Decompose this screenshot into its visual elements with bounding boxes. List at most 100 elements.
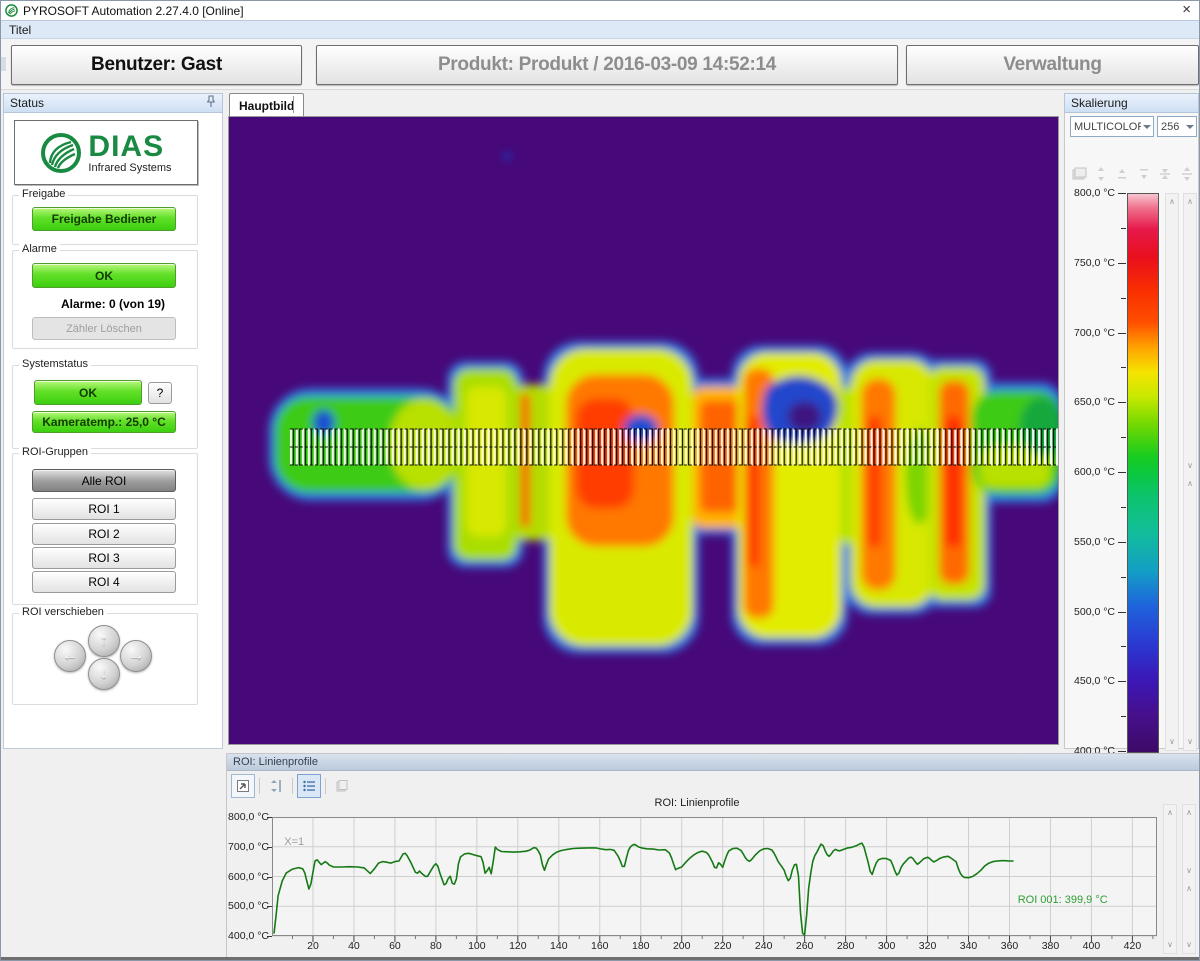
y-axis-label: 400,0 °C [227,930,269,942]
arrow-down-icon: ↓ [100,665,108,683]
chevron-up-icon[interactable]: ∧ [1166,198,1178,206]
roi-move-left-button[interactable]: ← [54,640,86,672]
palette-select[interactable]: MULTICOLOR [1070,116,1154,137]
colorbar-minor-tick [1121,367,1126,368]
pin-icon[interactable] [206,95,216,111]
freigabe-bediener-button[interactable]: Freigabe Bediener [32,207,176,231]
y-axis-label: 700,0 °C [227,841,269,853]
colorbar-tick-label: 500,0 °C [1067,606,1115,618]
x-axis-label: 140 [550,940,568,952]
colorbar-tick-label: 800,0 °C [1067,187,1115,199]
roi-move-right-button[interactable]: → [120,640,152,672]
roi-3-button[interactable]: ROI 3 [32,547,176,569]
camera-temp-button[interactable]: Kameratemp.: 25,0 °C [32,411,176,433]
chevron-up-icon[interactable]: ∧ [1183,885,1195,893]
x-axis-label: 60 [389,940,401,952]
compress-range-icon[interactable] [1157,166,1173,182]
close-icon[interactable]: × [1182,1,1191,19]
raise-max-icon[interactable] [1114,166,1130,182]
chevron-down-icon[interactable]: ∨ [1184,738,1196,746]
legend-toggle-button[interactable] [297,774,321,798]
palette-properties-icon[interactable] [1071,166,1087,182]
clear-counter-button[interactable]: Zähler Löschen [32,317,176,340]
open-window-button[interactable] [231,774,255,798]
product-button[interactable]: Produkt: Produkt / 2016-03-09 14:52:14 [316,45,898,85]
colorbar-tick-label: 750,0 °C [1067,257,1115,269]
chevron-down-icon[interactable] [1183,117,1196,136]
chevron-up-icon[interactable]: ∧ [1184,198,1196,206]
chevron-down-icon[interactable]: ∨ [1164,941,1176,949]
fit-scale-button[interactable] [264,774,288,798]
x-axis-label: 340 [960,940,978,952]
fit-scale-icon [269,779,283,793]
toolbar-separator [259,778,260,794]
x-axis-label: 80 [430,940,442,952]
y-axis-tick [267,906,272,907]
alarm-count-text: Alarme: 0 (von 19) [4,297,222,311]
chart-max-min-spinners[interactable]: ∧ ∨ ∧ ∨ [1182,804,1196,954]
colorbar-minor-tick [1121,716,1126,717]
system-ok-button[interactable]: OK [34,380,142,405]
x-axis-label: 360 [1001,940,1019,952]
chevron-down-icon[interactable]: ∨ [1183,867,1195,875]
admin-button[interactable]: Verwaltung [906,45,1199,85]
x-axis-label: 380 [1042,940,1060,952]
chevron-down-icon[interactable]: ∨ [1183,941,1195,949]
chevron-up-icon[interactable]: ∧ [1164,809,1176,817]
x-axis-label: 300 [878,940,896,952]
user-button[interactable]: Benutzer: Gast [11,45,302,85]
window-title: PYROSOFT Automation 2.27.4.0 [Online] [23,4,244,18]
app-logo-icon [5,4,18,17]
colorbar-tick-label: 450,0 °C [1067,675,1115,687]
roi-1-button[interactable]: ROI 1 [32,498,176,520]
profile-toolbar [231,774,354,798]
auto-range-icon[interactable] [1179,166,1195,182]
alarm-ok-button[interactable]: OK [32,263,176,288]
copy-button[interactable] [330,774,354,798]
profile-chart[interactable] [272,817,1157,945]
chevron-down-icon[interactable]: ∨ [1184,462,1196,470]
toolbar-separator [325,778,326,794]
chevron-up-icon[interactable]: ∧ [1183,809,1195,817]
arrow-right-icon: → [128,647,144,665]
status-panel: Status DIAS Infrared Systems Freigabe [3,93,223,749]
x-axis-label: 420 [1124,940,1142,952]
help-button[interactable]: ? [148,382,172,404]
list-icon [302,779,316,793]
x-axis-label: 400 [1083,940,1101,952]
roi-4-button[interactable]: ROI 4 [32,571,176,593]
colorbar-tick [1118,472,1126,473]
chevron-up-icon[interactable]: ∧ [1184,480,1196,488]
expand-range-icon[interactable] [1093,166,1109,182]
x-axis-label: 260 [796,940,814,952]
x-axis-label: 280 [837,940,855,952]
chart-annotation: ROI 001: 399,9 °C [1018,894,1108,906]
chevron-down-icon[interactable]: ∨ [1166,738,1178,746]
window-bottom-edge [1,957,1199,960]
splitter-handle[interactable] [1,57,6,71]
menu-titel[interactable]: Titel [9,23,31,37]
group-alarme-label: Alarme [19,243,60,255]
max-min-spinners[interactable]: ∧ ∨ ∧ ∨ [1183,193,1197,751]
roi-all-button[interactable]: Alle ROI [32,469,176,492]
dias-logo: DIAS Infrared Systems [14,120,198,185]
colorbar-tick [1118,612,1126,613]
colorbar-tick-label: 700,0 °C [1067,327,1115,339]
x-axis-label: 100 [468,940,486,952]
chevron-down-icon[interactable] [1141,117,1153,136]
temperature-colorbar [1127,193,1159,753]
chart-scrollbar[interactable]: ∧ ∨ [1163,804,1177,954]
levels-select[interactable]: 256 [1157,116,1197,137]
thermal-image[interactable] [228,116,1059,745]
status-panel-body: DIAS Infrared Systems Freigabe Freigabe … [3,113,223,749]
roi-move-down-button[interactable]: ↓ [88,658,120,690]
colorbar-tick-label: 650,0 °C [1067,396,1115,408]
scaling-panel-header: Skalierung [1064,93,1199,113]
lower-min-icon[interactable] [1136,166,1152,182]
colorbar-tick [1118,402,1126,403]
open-window-icon [236,779,250,793]
scale-scrollbar[interactable]: ∧ ∨ [1165,193,1179,751]
roi-move-up-button[interactable]: ↑ [88,625,120,657]
roi-2-button[interactable]: ROI 2 [32,523,176,545]
scaling-panel-title: Skalierung [1071,96,1128,110]
